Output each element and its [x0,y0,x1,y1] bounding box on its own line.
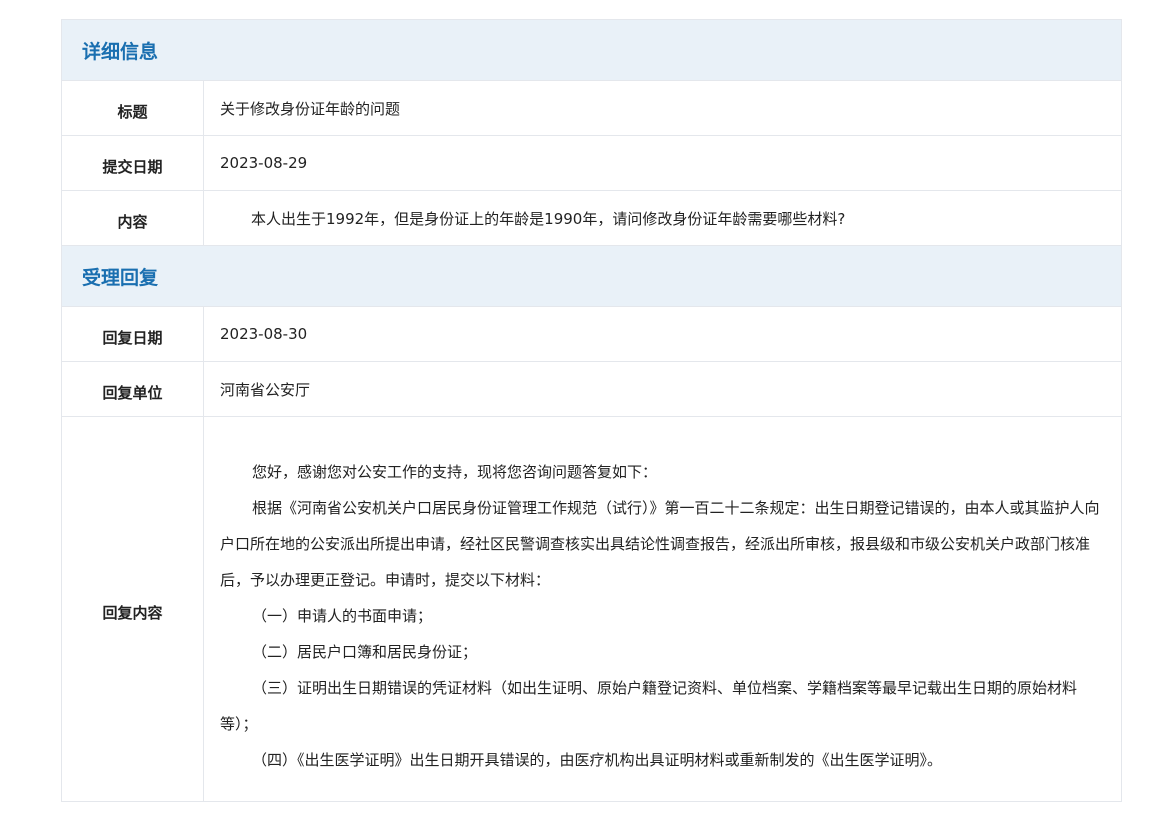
reply-date-row: 回复日期 2023-08-30 [61,306,1123,362]
reply-content-label: 回复内容 [61,416,204,802]
title-row: 标题 关于修改身份证年龄的问题 [61,80,1123,136]
reply-unit-value: 河南省公安厅 [202,361,1123,417]
submit-date-row: 提交日期 2023-08-29 [61,135,1123,191]
content-label: 内容 [61,190,204,246]
reply-unit-label: 回复单位 [61,361,204,417]
reply-content: 您好，感谢您对公安工作的支持，现将您咨询问题答复如下： 根据《河南省公安机关户口… [202,416,1123,802]
reply-paragraph: （二）居民户口簿和居民身份证； [252,643,478,661]
submit-date-label: 提交日期 [61,135,204,191]
detail-panel: 详细信息 标题 关于修改身份证年龄的问题 提交日期 2023-08-29 内容 … [60,19,1123,802]
reply-unit-row: 回复单位 河南省公安厅 [61,361,1123,417]
reply-paragraph: （一）申请人的书面申请； [252,607,433,625]
content-value: 本人出生于1992年，但是身份证上的年龄是1990年，请问修改身份证年龄需要哪些… [202,190,1123,246]
content-row: 内容 本人出生于1992年，但是身份证上的年龄是1990年，请问修改身份证年龄需… [61,190,1123,246]
detail-table: 详细信息 标题 关于修改身份证年龄的问题 提交日期 2023-08-29 内容 … [60,19,1123,802]
reply-section-header: 受理回复 [60,245,1123,307]
reply-paragraph: 根据《河南省公安机关户口居民身份证管理工作规范（试行）》第一百二十二条规定：出生… [220,499,1100,589]
reply-section-title: 受理回复 [60,245,1123,307]
detail-section-title: 详细信息 [60,19,1123,81]
reply-date-value: 2023-08-30 [202,306,1123,362]
submit-date-value: 2023-08-29 [202,135,1123,191]
reply-content-row: 回复内容 您好，感谢您对公安工作的支持，现将您咨询问题答复如下： 根据《河南省公… [61,416,1123,802]
detail-section-header: 详细信息 [60,19,1123,81]
reply-paragraph: （三）证明出生日期错误的凭证材料（如出生证明、原始户籍登记资料、单位档案、学籍档… [220,679,1078,733]
title-label: 标题 [61,80,204,136]
reply-paragraph: （四）《出生医学证明》出生日期开具错误的，由医疗机构出具证明材料或重新制发的《出… [252,751,943,769]
reply-date-label: 回复日期 [61,306,204,362]
title-value: 关于修改身份证年龄的问题 [202,80,1123,136]
reply-paragraph: 您好，感谢您对公安工作的支持，现将您咨询问题答复如下： [252,463,658,481]
